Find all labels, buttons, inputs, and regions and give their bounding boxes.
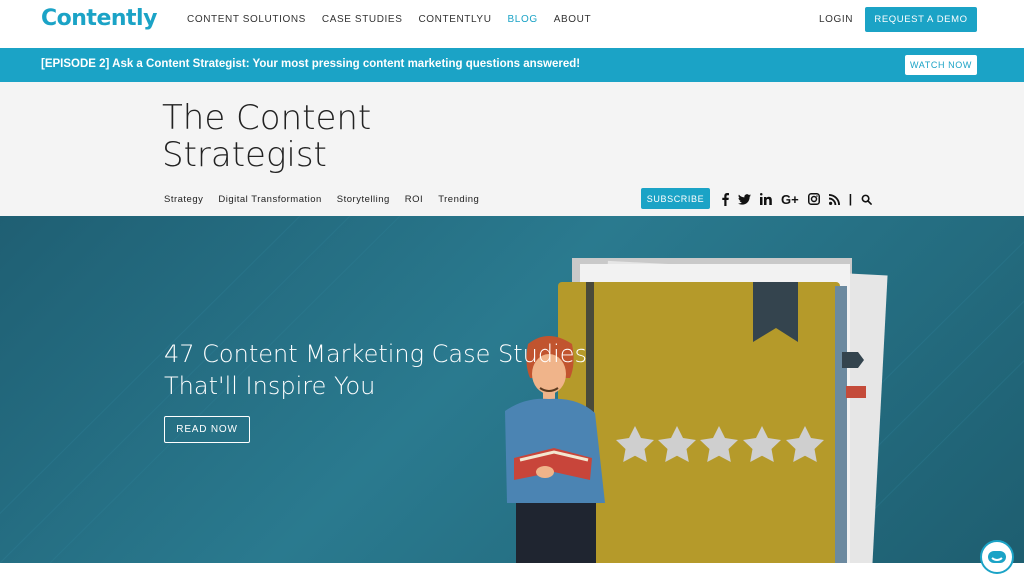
category-strategy[interactable]: Strategy (164, 194, 203, 205)
nav-about[interactable]: ABOUT (554, 14, 591, 25)
page-bottom (0, 563, 1024, 577)
read-now-button[interactable]: READ NOW (164, 416, 250, 443)
watch-now-button[interactable]: WATCH NOW (905, 55, 977, 75)
blog-title-line2: Strategist (162, 135, 327, 175)
nav-contentlyu[interactable]: CONTENTLYU (418, 14, 491, 25)
blog-title-line1: The Content (162, 98, 372, 138)
announcement-text[interactable]: [EPISODE 2] Ask a Content Strategist: Yo… (41, 58, 580, 70)
top-navigation: Contently CONTENT SOLUTIONS CASE STUDIES… (0, 0, 1024, 48)
category-digital-transformation[interactable]: Digital Transformation (218, 194, 321, 205)
social-links: G+ | (722, 192, 881, 207)
hero-title-line2: That'll Inspire You (164, 372, 376, 400)
main-nav: CONTENT SOLUTIONS CASE STUDIES CONTENTLY… (187, 14, 607, 25)
search-icon[interactable] (861, 192, 872, 206)
twitter-icon[interactable] (738, 192, 751, 206)
category-storytelling[interactable]: Storytelling (337, 194, 390, 205)
google-plus-icon[interactable]: G+ (781, 192, 799, 207)
subscribe-button[interactable]: SUBSCRIBE (641, 188, 710, 209)
hero-title[interactable]: 47 Content Marketing Case Studies That'l… (164, 338, 684, 402)
category-roi[interactable]: ROI (405, 194, 423, 205)
category-trending[interactable]: Trending (438, 194, 479, 205)
divider: | (848, 192, 853, 206)
contently-logo[interactable]: Contently (41, 6, 157, 31)
instagram-icon[interactable] (807, 192, 820, 206)
rss-icon[interactable] (828, 192, 840, 206)
announcement-bar: [EPISODE 2] Ask a Content Strategist: Yo… (0, 48, 1024, 82)
nav-blog[interactable]: BLOG (508, 14, 538, 25)
request-demo-button[interactable]: REQUEST A DEMO (865, 7, 977, 32)
category-nav: Strategy Digital Transformation Storytel… (164, 194, 494, 205)
nav-case-studies[interactable]: CASE STUDIES (322, 14, 403, 25)
nav-content-solutions[interactable]: CONTENT SOLUTIONS (187, 14, 306, 25)
login-link[interactable]: LOGIN (819, 14, 853, 25)
hero-title-line1: 47 Content Marketing Case Studies (164, 340, 588, 368)
blog-title[interactable]: The Content Strategist (162, 100, 422, 174)
linkedin-icon[interactable] (760, 192, 772, 206)
facebook-icon[interactable] (722, 192, 729, 206)
chat-widget-icon[interactable] (980, 540, 1014, 574)
